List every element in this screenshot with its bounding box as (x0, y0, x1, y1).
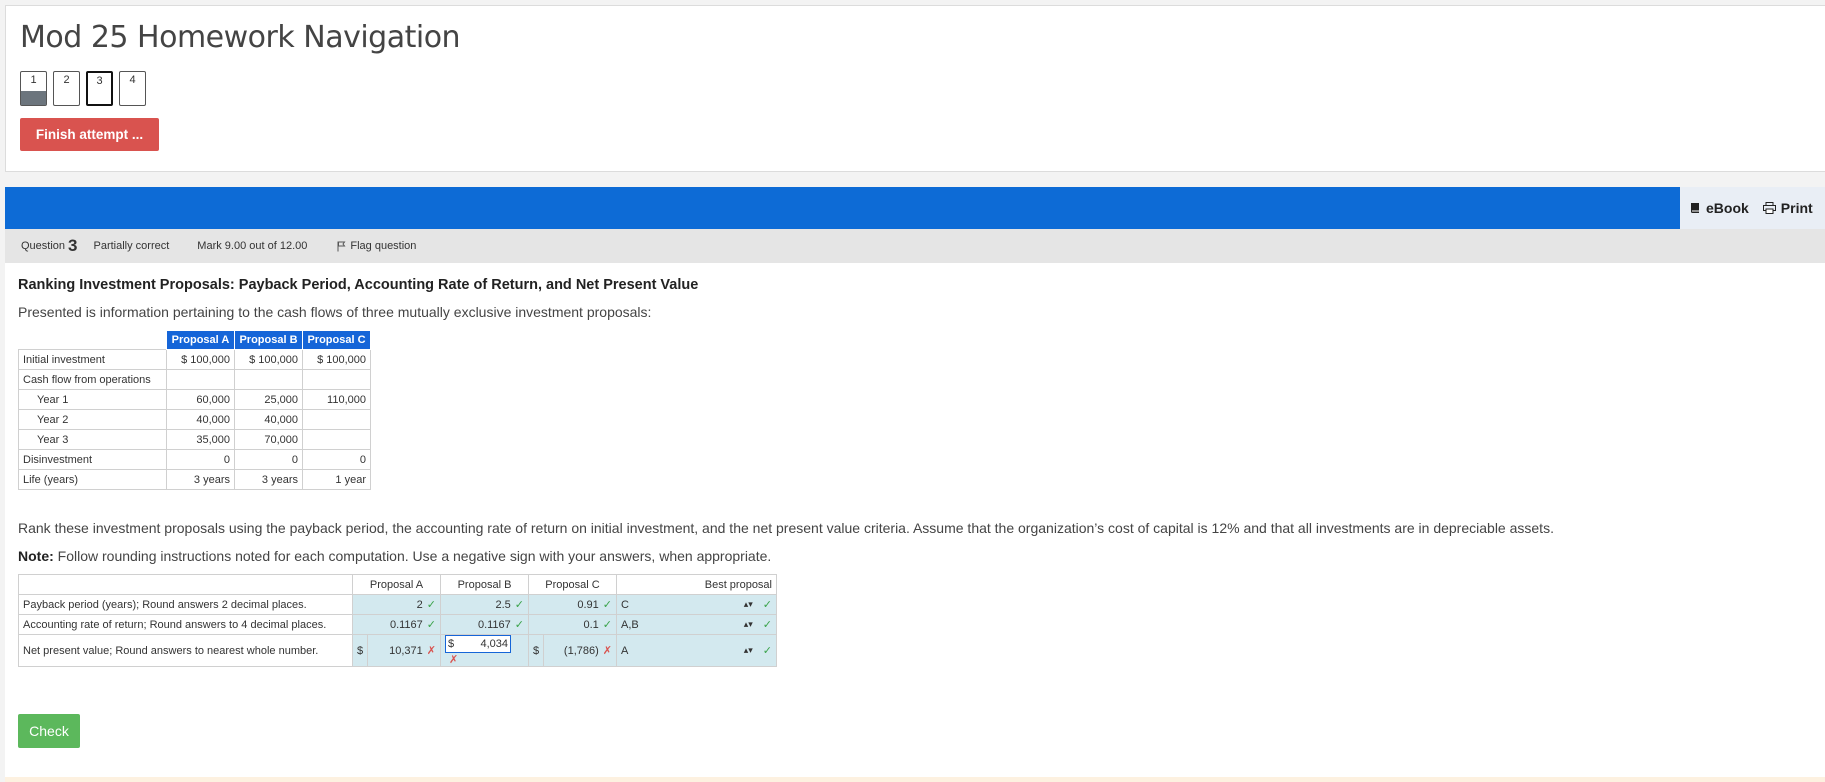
incorrect-icon: ✗ (449, 654, 459, 666)
npv-proposal-b-input[interactable]: $4,034 (445, 635, 511, 653)
answer-cell[interactable]: 0.1167 ✓ (352, 614, 441, 635)
table-header-row: Proposal A Proposal B Proposal C Best pr… (18, 574, 777, 595)
check-button[interactable]: Check (18, 714, 80, 748)
correct-icon: ✓ (762, 619, 772, 631)
answer-cell[interactable]: 0.1167 ✓ (440, 614, 529, 635)
table-row: Accounting rate of return; Round answers… (18, 614, 777, 635)
question-nav: 1 2 3 4 (20, 71, 146, 106)
incorrect-icon: ✗ (426, 645, 436, 657)
best-proposal-select[interactable]: C ▴▾ ✓ (616, 594, 777, 615)
question-title: Ranking Investment Proposals: Payback Pe… (18, 277, 699, 293)
correct-icon: ✓ (426, 619, 436, 631)
column-header: Best proposal (616, 574, 777, 595)
column-header: Proposal C (528, 574, 617, 595)
question-intro: Presented is information pertaining to t… (18, 304, 652, 320)
table-row: Payback period (years); Round answers 2 … (18, 594, 777, 615)
print-button[interactable]: Print (1762, 200, 1813, 216)
question-info-bar: Question 3 Partially correct Mark 9.00 o… (5, 229, 1825, 263)
printer-icon (1762, 202, 1776, 214)
select-arrows-icon: ▴▾ (743, 645, 753, 655)
answer-cell[interactable]: $4,034✗ (440, 634, 529, 667)
table-row: Year 1 60,000 25,000 110,000 (18, 389, 371, 410)
column-header: Proposal B (234, 330, 303, 350)
question-state: Partially correct (93, 240, 170, 252)
column-header: Proposal A (166, 330, 235, 350)
table-row: Net present value; Round answers to near… (18, 634, 777, 667)
correct-icon: ✓ (426, 599, 436, 611)
header-bar (5, 187, 1680, 229)
select-arrows-icon: ▴▾ (743, 599, 753, 609)
question-number: 3 (68, 236, 78, 255)
column-header: Proposal C (302, 330, 371, 350)
correct-icon: ✓ (762, 645, 772, 657)
best-proposal-select[interactable]: A ▴▾ ✓ (616, 634, 777, 667)
cash-flow-table: Proposal A Proposal B Proposal C Initial… (18, 330, 371, 490)
question-grade: Mark 9.00 out of 12.00 (197, 240, 308, 252)
tools-bar: eBook Print (1680, 187, 1825, 229)
correct-icon: ✓ (762, 599, 772, 611)
best-proposal-select[interactable]: A,B ▴▾ ✓ (616, 614, 777, 635)
table-row: Year 3 35,000 70,000 (18, 429, 371, 450)
question-content: Ranking Investment Proposals: Payback Pe… (5, 263, 1825, 777)
table-row: Initial investment $ 100,000 $ 100,000 $… (18, 349, 371, 370)
answer-cell[interactable]: 2 ✓ (352, 594, 441, 615)
table-row: Year 2 40,000 40,000 (18, 409, 371, 430)
finish-attempt-button[interactable]: Finish attempt ... (20, 118, 159, 151)
answer-table: Proposal A Proposal B Proposal C Best pr… (18, 574, 777, 667)
answer-cell[interactable]: (1,786) ✗ (543, 634, 617, 667)
table-row: Cash flow from operations (18, 369, 371, 390)
answer-cell[interactable]: 0.1 ✓ (528, 614, 617, 635)
question-nav-button-1[interactable]: 1 (20, 71, 47, 106)
correct-icon: ✓ (514, 619, 524, 631)
table-row: Life (years) 3 years 3 years 1 year (18, 469, 371, 490)
ebook-button[interactable]: eBook (1690, 200, 1749, 216)
column-header: Proposal A (352, 574, 441, 595)
question-nav-button-2[interactable]: 2 (53, 71, 80, 106)
column-header: Proposal B (440, 574, 529, 595)
correct-icon: ✓ (602, 599, 612, 611)
question-nav-button-3[interactable]: 3 (86, 71, 113, 106)
incorrect-icon: ✗ (602, 645, 612, 657)
question-label: Question (21, 240, 66, 252)
table-header-row: Proposal A Proposal B Proposal C (18, 330, 371, 350)
question-note: Note: Follow rounding instructions noted… (18, 548, 772, 564)
quiz-navigation-panel: Mod 25 Homework Navigation 1 2 3 4 Finis… (5, 5, 1825, 172)
answer-cell[interactable]: 10,371 ✗ (367, 634, 441, 667)
book-icon (1691, 203, 1699, 213)
nav-title: Mod 25 Homework Navigation (20, 20, 461, 55)
table-row: Disinvestment 0 0 0 (18, 449, 371, 470)
flag-question-button[interactable]: Flag question (337, 240, 416, 252)
answer-cell[interactable]: 2.5 ✓ (440, 594, 529, 615)
question-nav-button-4[interactable]: 4 (119, 71, 146, 106)
answered-indicator (21, 91, 46, 105)
answer-cell[interactable]: 0.91 ✓ (528, 594, 617, 615)
select-arrows-icon: ▴▾ (743, 619, 753, 629)
question-instructions: Rank these investment proposals using th… (18, 520, 1554, 536)
flag-icon (337, 241, 346, 251)
correct-icon: ✓ (602, 619, 612, 631)
feedback-strip (5, 777, 1825, 782)
correct-icon: ✓ (514, 599, 524, 611)
